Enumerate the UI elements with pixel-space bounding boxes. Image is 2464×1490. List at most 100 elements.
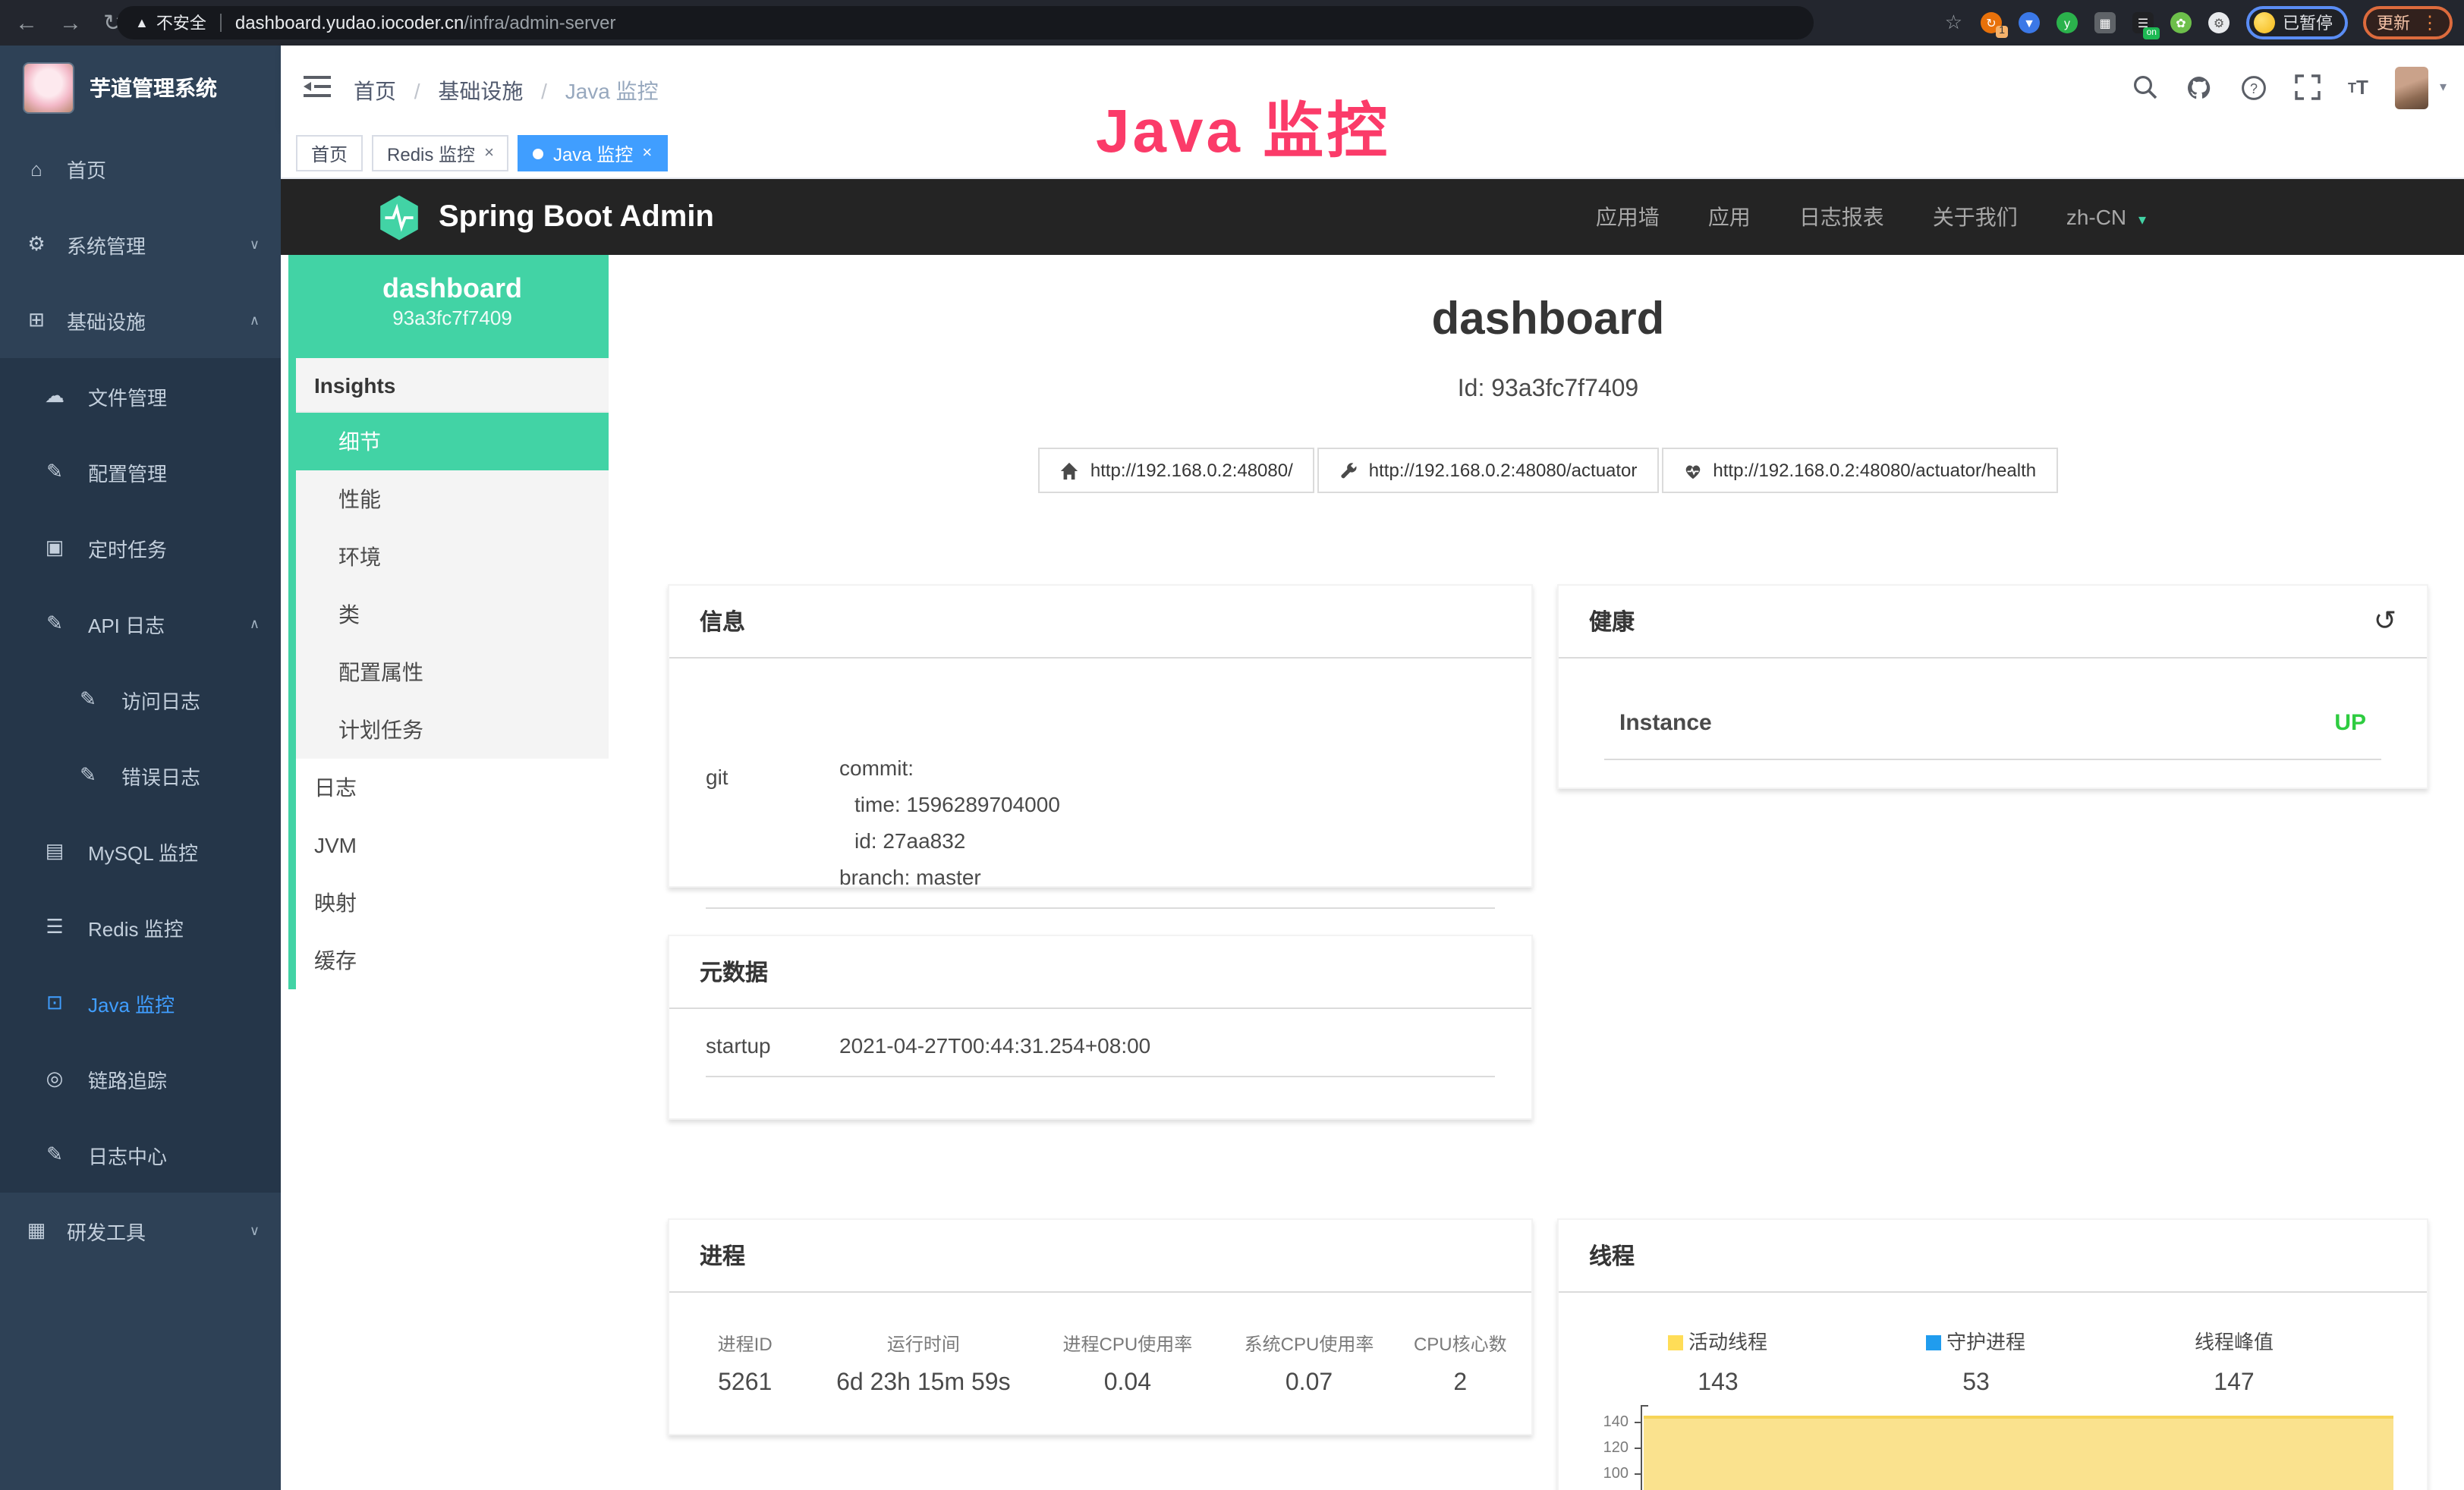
y-tick-140: 140 xyxy=(1592,1414,1629,1431)
sba-brand[interactable]: Spring Boot Admin xyxy=(378,193,714,240)
menu-item-environment[interactable]: 环境 xyxy=(296,528,609,586)
instance-name: dashboard xyxy=(296,272,609,305)
sidebar-item-system-mgmt[interactable]: ⚙ 系统管理 ∨ xyxy=(0,206,281,282)
legend-daemon-threads: 守护进程 53 xyxy=(1847,1326,2105,1397)
sba-logo-icon xyxy=(378,193,420,240)
sidebar-item-config-mgmt[interactable]: ✎ 配置管理 xyxy=(0,434,281,510)
extension-switch-icon[interactable]: ☰on xyxy=(2132,12,2154,33)
sidebar-item-home[interactable]: ⌂ 首页 xyxy=(0,130,281,206)
instance-links: http://192.168.0.2:48080/ http://192.168… xyxy=(668,448,2428,493)
menu-item-scheduled-tasks[interactable]: 计划任务 xyxy=(296,701,609,759)
browser-update-button[interactable]: 更新 ⋮ xyxy=(2363,6,2453,39)
sba-locale-select[interactable]: zh-CN ▾ xyxy=(2066,205,2146,229)
svg-text:?: ? xyxy=(2250,80,2258,96)
user-avatar[interactable] xyxy=(2396,66,2429,108)
legend-yellow-icon xyxy=(1669,1335,1684,1350)
close-icon[interactable]: × xyxy=(484,144,494,162)
breadcrumb-home[interactable]: 首页 xyxy=(354,79,396,103)
menu-item-classes[interactable]: 类 xyxy=(296,586,609,643)
card-health-title: 健康 xyxy=(1589,605,1635,637)
help-icon[interactable]: ? xyxy=(2240,74,2267,101)
card-metadata-title: 元数据 xyxy=(669,936,1531,1009)
search-icon[interactable] xyxy=(2132,74,2158,100)
sidebar-item-scheduled-jobs[interactable]: ▣ 定时任务 xyxy=(0,510,281,586)
fullscreen-icon[interactable] xyxy=(2295,74,2321,100)
github-icon[interactable] xyxy=(2186,74,2213,101)
layers-icon: ☰ xyxy=(42,915,67,939)
sidebar-item-file-mgmt[interactable]: ☁ 文件管理 xyxy=(0,358,281,434)
process-col-proc-cpu: 进程CPU使用率 0.04 xyxy=(1035,1293,1219,1397)
chevron-up-icon: ∧ xyxy=(250,312,260,328)
sidebar-item-log-center[interactable]: ✎ 日志中心 xyxy=(0,1117,281,1193)
extension-leaf-icon[interactable]: ✿ xyxy=(2170,12,2192,33)
divider xyxy=(1604,759,2381,760)
process-col-pid: 进程ID 5261 xyxy=(678,1293,811,1397)
security-label: 不安全 xyxy=(156,11,206,35)
menu-item-metrics[interactable]: 性能 xyxy=(296,470,609,528)
sidebar-item-dev-tools[interactable]: ▦ 研发工具 ∨ xyxy=(0,1193,281,1268)
log-icon: ✎ xyxy=(42,611,67,636)
menu-item-jvm[interactable]: JVM xyxy=(296,816,609,874)
history-icon[interactable]: ↺ xyxy=(2374,605,2396,637)
sidebar-item-redis-monitor[interactable]: ☰ Redis 监控 xyxy=(0,889,281,965)
service-url-button[interactable]: http://192.168.0.2:48080/ xyxy=(1039,448,1314,493)
instance-sidebar: dashboard 93a3fc7f7409 Insights 细节 性能 环境… xyxy=(288,255,609,989)
chevron-down-icon: ∨ xyxy=(250,236,260,253)
bookmark-star-icon[interactable]: ☆ xyxy=(1945,11,1962,35)
tab-home[interactable]: 首页 xyxy=(296,135,363,171)
close-icon[interactable]: × xyxy=(642,144,652,162)
sidebar-item-access-logs[interactable]: ✎ 访问日志 xyxy=(0,662,281,737)
tab-java-monitor[interactable]: Java 监控 × xyxy=(518,135,667,171)
log-icon: ✎ xyxy=(42,1143,67,1167)
caret-down-icon[interactable]: ▾ xyxy=(2440,79,2447,96)
sba-nav-wallboard[interactable]: 应用墙 xyxy=(1596,202,1660,232)
browser-forward-icon[interactable]: → xyxy=(59,10,82,36)
sidebar-item-infrastructure[interactable]: ⊞ 基础设施 ∧ xyxy=(0,282,281,358)
address-bar[interactable]: ▲ 不安全 dashboard.yudao.iocoder.cn /infra/… xyxy=(117,6,1814,39)
tab-redis-monitor[interactable]: Redis 监控 × xyxy=(372,135,509,171)
home-icon: ⌂ xyxy=(24,157,49,180)
sba-nav-applications[interactable]: 应用 xyxy=(1708,202,1751,232)
instance-content: dashboard Id: 93a3fc7f7409 http://192.16… xyxy=(609,255,2464,1490)
health-url-button[interactable]: http://192.168.0.2:48080/actuator/health xyxy=(1661,448,2057,493)
menu-item-details[interactable]: 细节 xyxy=(296,413,609,470)
breadcrumb-infrastructure[interactable]: 基础设施 xyxy=(438,79,523,103)
main-sidebar: 芋道管理系统 ⌂ 首页 ⚙ 系统管理 ∨ ⊞ 基础设施 ∧ ☁ 文件管理 xyxy=(0,46,281,1490)
active-dot-icon xyxy=(533,148,544,159)
sba-brand-title: Spring Boot Admin xyxy=(439,200,714,234)
menu-item-caches[interactable]: 缓存 xyxy=(296,932,609,989)
extension-grid-icon[interactable]: ▦ xyxy=(2094,12,2116,33)
extension-y-icon[interactable]: y xyxy=(2056,12,2078,33)
sidebar-item-java-monitor[interactable]: ⊡ Java 监控 xyxy=(0,965,281,1041)
extension-refresh-icon[interactable]: ↻1 xyxy=(1981,12,2002,33)
browser-menu-icon[interactable]: ⋮ xyxy=(2421,12,2439,33)
profile-chip[interactable]: 已暂停 xyxy=(2246,6,2348,39)
sidebar-item-trace[interactable]: ◎ 链路追踪 xyxy=(0,1041,281,1117)
menu-item-mappings[interactable]: 映射 xyxy=(296,874,609,932)
logo-avatar xyxy=(23,62,74,114)
extensions-puzzle-icon[interactable]: ⚙ xyxy=(2208,12,2230,33)
menu-item-logs[interactable]: 日志 xyxy=(296,759,609,816)
sba-nav-journal[interactable]: 日志报表 xyxy=(1799,202,1884,232)
sidebar-item-api-logs[interactable]: ✎ API 日志 ∧ xyxy=(0,586,281,662)
health-row-label: Instance xyxy=(1619,710,1712,736)
sba-nav-about[interactable]: 关于我们 xyxy=(1933,202,2018,232)
y-tick-100: 100 xyxy=(1592,1466,1629,1482)
instance-header[interactable]: dashboard 93a3fc7f7409 xyxy=(296,255,609,358)
browser-back-icon[interactable]: ← xyxy=(15,10,38,36)
extension-pin-icon[interactable]: ▼ xyxy=(2019,12,2040,33)
app-logo[interactable]: 芋道管理系统 xyxy=(0,46,281,130)
live-threads-area xyxy=(1644,1416,2393,1490)
breadcrumb: 首页 / 基础设施 / Java 监控 xyxy=(354,76,659,106)
actuator-url-button[interactable]: http://192.168.0.2:48080/actuator xyxy=(1317,448,1659,493)
sidebar-item-error-logs[interactable]: ✎ 错误日志 xyxy=(0,737,281,813)
legend-live-threads: 活动线程 143 xyxy=(1589,1326,1847,1397)
profile-avatar-icon xyxy=(2254,12,2275,33)
sidebar-item-mysql-monitor[interactable]: ▤ MySQL 监控 xyxy=(0,813,281,889)
sidebar-submenu: ☁ 文件管理 ✎ 配置管理 ▣ 定时任务 ✎ API 日志 ∧ ✎ xyxy=(0,358,281,1193)
hamburger-icon[interactable] xyxy=(304,74,331,99)
screen: ← → ↻ ⌂ ▲ 不安全 dashboard.yudao.iocoder.cn… xyxy=(0,0,2464,1490)
menu-item-config-props[interactable]: 配置属性 xyxy=(296,643,609,701)
sba-navbar: Spring Boot Admin 应用墙 应用 日志报表 关于我们 zh-CN… xyxy=(281,179,2464,255)
font-size-icon[interactable]: TT xyxy=(2348,76,2368,99)
